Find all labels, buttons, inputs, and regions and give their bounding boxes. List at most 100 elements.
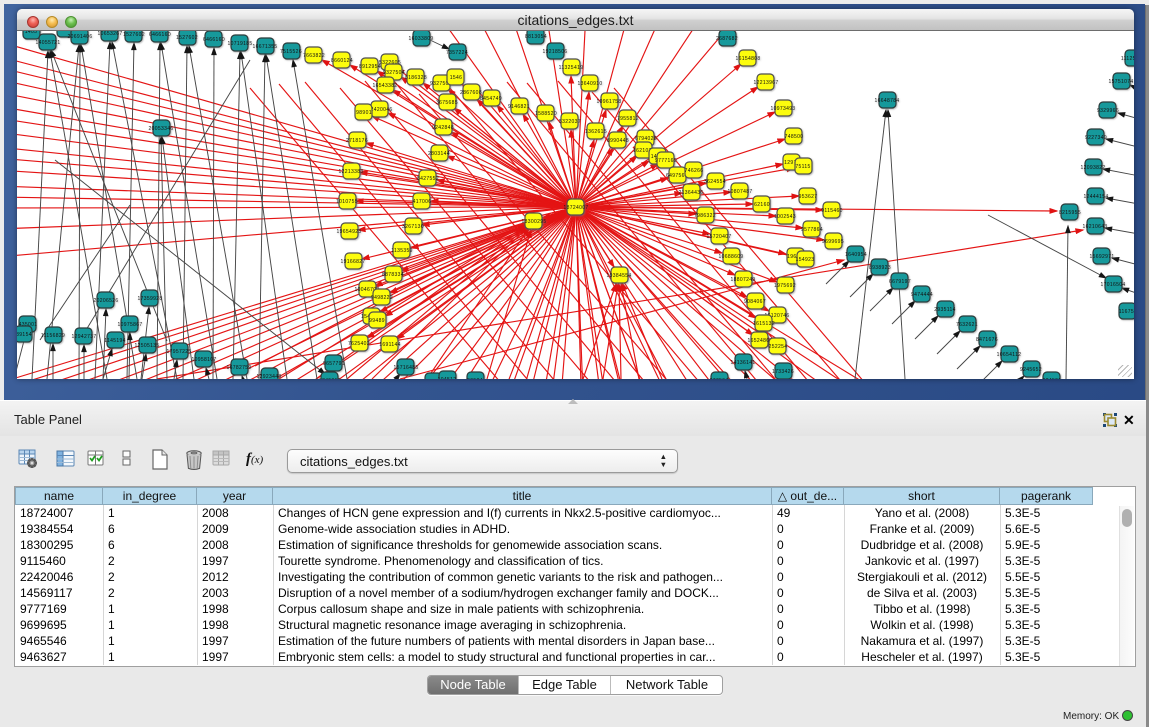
svg-text:19384554: 19384554 (606, 273, 631, 279)
svg-text:3267130: 3267130 (402, 224, 424, 230)
svg-text:9329966: 9329966 (1097, 108, 1119, 114)
svg-text:8912954: 8912954 (359, 64, 381, 70)
svg-text:748500: 748500 (785, 134, 804, 140)
svg-text:3624554: 3624554 (704, 179, 726, 185)
svg-text:9227349: 9227349 (1085, 135, 1107, 141)
svg-text:90584: 90584 (467, 378, 483, 379)
svg-text:8186328: 8186328 (405, 75, 427, 81)
svg-text:8454749: 8454749 (480, 96, 502, 102)
svg-text:9242848: 9242848 (432, 125, 454, 131)
svg-text:8990448: 8990448 (607, 138, 629, 144)
svg-text:1145194: 1145194 (104, 338, 126, 344)
svg-text:12942737: 12942737 (71, 334, 96, 340)
svg-text:20053346: 20053346 (148, 126, 173, 132)
svg-text:8215955: 8215955 (1059, 210, 1081, 216)
svg-text:953627: 953627 (799, 194, 818, 200)
svg-text:6466160: 6466160 (149, 32, 171, 38)
svg-text:14055721: 14055721 (35, 40, 60, 46)
svg-text:8813054: 8813054 (525, 34, 547, 40)
svg-text:2687682: 2687682 (716, 36, 738, 42)
svg-text:9498222: 9498222 (371, 295, 393, 301)
svg-text:2867608: 2867608 (460, 90, 482, 96)
svg-text:21364436: 21364436 (678, 190, 703, 196)
svg-text:8878334: 8878334 (382, 272, 404, 278)
svg-text:104512: 104512 (438, 377, 457, 379)
svg-text:1527602: 1527602 (176, 35, 198, 41)
svg-text:7625402: 7625402 (348, 341, 370, 347)
svg-text:9777169: 9777169 (655, 158, 677, 164)
svg-text:9084067: 9084067 (744, 299, 766, 305)
svg-text:16543382: 16543382 (372, 83, 397, 89)
svg-text:7663822: 7663822 (303, 53, 325, 59)
svg-text:1135359: 1135359 (391, 248, 413, 254)
svg-text:154923: 154923 (796, 257, 815, 263)
svg-text:18300295: 18300295 (521, 219, 546, 225)
svg-text:9577864: 9577864 (801, 227, 823, 233)
svg-text:10654112: 10654112 (997, 352, 1022, 358)
svg-text:19166827: 19166827 (340, 259, 365, 265)
svg-text:9327504: 9327504 (383, 70, 405, 76)
svg-text:1691144: 1691144 (379, 342, 401, 348)
svg-text:116753: 116753 (1119, 309, 1134, 315)
svg-text:18807249: 18807249 (730, 277, 755, 283)
svg-text:924501: 924501 (1043, 378, 1062, 379)
svg-text:12444154: 12444154 (1083, 194, 1108, 200)
svg-text:7632621: 7632621 (956, 322, 978, 328)
svg-text:8938923: 8938923 (869, 265, 891, 271)
svg-text:12093822: 12093822 (1080, 165, 1105, 171)
svg-text:2935114: 2935114 (934, 307, 956, 313)
svg-text:1002543: 1002543 (774, 214, 796, 220)
svg-text:15720407: 15720407 (706, 234, 731, 240)
svg-text:1975692: 1975692 (774, 283, 796, 289)
svg-text:1733426: 1733426 (772, 369, 794, 375)
svg-text:7986322: 7986322 (694, 213, 716, 219)
svg-text:16210643: 16210643 (1082, 224, 1107, 230)
svg-text:9657791: 9657791 (323, 361, 345, 367)
svg-text:75115: 75115 (795, 164, 810, 170)
svg-text:10719185: 10719185 (227, 41, 252, 47)
svg-text:8427552: 8427552 (417, 176, 439, 182)
svg-text:10653267: 10653267 (97, 31, 122, 37)
svg-text:12213383: 12213383 (338, 169, 363, 175)
svg-text:15692971: 15692971 (1089, 254, 1114, 260)
svg-text:6679197: 6679197 (889, 279, 911, 285)
svg-text:11156829: 11156829 (41, 333, 65, 339)
svg-text:99489: 99489 (369, 318, 385, 324)
svg-text:746266: 746266 (685, 168, 704, 174)
svg-text:7955812: 7955812 (617, 116, 639, 122)
svg-text:62160: 62160 (754, 202, 770, 208)
svg-text:18724007: 18724007 (563, 205, 588, 211)
svg-text:12505135: 12505135 (134, 343, 159, 349)
svg-text:19654923: 19654923 (336, 229, 361, 235)
svg-text:20691406: 20691406 (67, 34, 92, 40)
svg-text:2718176: 2718176 (346, 138, 368, 144)
svg-text:16154808: 16154808 (735, 56, 760, 62)
svg-text:1640954: 1640954 (845, 252, 867, 258)
svg-text:417006: 417006 (413, 199, 432, 205)
svg-text:10958107: 10958107 (191, 357, 216, 363)
svg-text:98901: 98901 (356, 110, 372, 116)
svg-text:2803144: 2803144 (428, 151, 450, 157)
svg-text:5322037: 5322037 (559, 119, 581, 125)
svg-text:20206526: 20206526 (93, 298, 118, 304)
svg-text:6466160: 6466160 (203, 37, 225, 43)
svg-text:10807487: 10807487 (727, 189, 752, 195)
svg-text:17957225: 17957225 (166, 349, 191, 355)
svg-text:1362615: 1362615 (585, 129, 607, 135)
svg-text:9245652: 9245652 (1020, 367, 1042, 373)
svg-text:39154: 39154 (17, 332, 32, 338)
svg-text:9699695: 9699695 (822, 239, 844, 245)
svg-text:8471676: 8471676 (976, 337, 998, 343)
svg-text:19218506: 19218506 (542, 49, 567, 55)
svg-text:977564: 977564 (710, 378, 729, 379)
svg-text:11125419: 11125419 (1121, 56, 1134, 62)
svg-text:8660124: 8660124 (331, 58, 353, 64)
svg-text:10961758: 10961758 (596, 99, 621, 105)
svg-text:1010755: 1010755 (336, 199, 358, 205)
svg-text:9115460: 9115460 (821, 208, 843, 214)
svg-text:7515526: 7515526 (280, 49, 302, 55)
svg-text:17016504: 17016504 (1100, 282, 1125, 288)
svg-text:7357224: 7357224 (446, 50, 468, 56)
svg-text:12923448: 12923448 (256, 374, 281, 379)
svg-text:17359928: 17359928 (137, 296, 162, 302)
